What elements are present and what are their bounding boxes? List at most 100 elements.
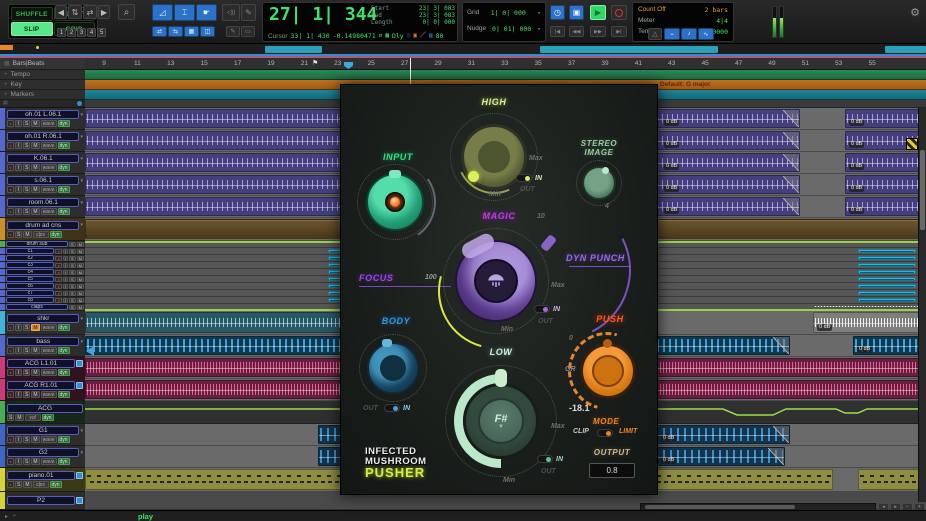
midi-merge-button[interactable]: ∿ (698, 28, 714, 40)
playlist-menu-icon[interactable]: ▾ (80, 134, 83, 140)
track-btn-S[interactable]: S (69, 298, 76, 303)
track-btn-M[interactable]: M (31, 208, 39, 215)
track-btn-I[interactable]: I (15, 142, 22, 149)
conductor-button[interactable]: ♪ (681, 28, 697, 40)
track-btn-dyn[interactable]: dyn (58, 369, 70, 376)
playlist-menu-icon[interactable]: ▾ (80, 112, 83, 118)
clock-mini-icon[interactable]: ◷ (407, 32, 411, 40)
fast-forward-button[interactable]: ▶▶ (590, 26, 606, 37)
track-btn-wave[interactable]: wave (41, 436, 57, 443)
blue-mini-icon[interactable]: ▥ (429, 32, 433, 40)
gear-icon[interactable]: ⚙ (910, 6, 920, 19)
vertical-scrollbar[interactable] (918, 108, 926, 502)
ruler-name-markers[interactable]: +Markers (0, 90, 85, 100)
track-btn-rec[interactable]: ● (7, 186, 14, 193)
online-button[interactable]: ▣ (569, 5, 584, 20)
track-btn-S[interactable]: S (23, 120, 30, 127)
track-btn-rec[interactable]: ● (55, 277, 61, 282)
count-off-label[interactable]: Count Off (638, 6, 666, 14)
track-name[interactable]: c2 (6, 255, 54, 261)
low-note-dropdown-icon[interactable]: ▼ (498, 424, 504, 430)
high-in-toggle[interactable]: IN (516, 174, 542, 182)
playlist-menu-icon[interactable]: ▾ (80, 316, 83, 322)
nudge-dropdown-icon[interactable]: ▾ (537, 25, 541, 33)
body-out-label[interactable]: OUT (363, 405, 378, 412)
zoom-wave-v-icon[interactable]: ⇅ (68, 5, 82, 19)
track-btn-I[interactable]: I (15, 164, 22, 171)
clip-gain-label[interactable]: 0 dB (849, 207, 864, 214)
track-name[interactable]: piano.01 (7, 471, 75, 480)
clip-region[interactable]: 0 dB (853, 336, 926, 355)
playlist-menu-icon[interactable]: ▾ (80, 339, 83, 345)
track-btn-I[interactable]: I (15, 391, 22, 398)
track-btn-rec[interactable]: ● (55, 249, 61, 254)
track-btn-M[interactable]: M (31, 164, 39, 171)
track-btn-rec[interactable]: ● (55, 298, 61, 303)
clip-region[interactable]: 0 dB (845, 197, 926, 216)
tempo-ruler-strip[interactable] (85, 70, 926, 80)
zoom-left-arrow-icon[interactable]: ◀ (55, 5, 67, 19)
start-value[interactable]: 23| 3| 083 (419, 5, 455, 12)
track-btn-I[interactable]: I (15, 369, 22, 376)
zoom-preset-5[interactable]: 5 (97, 28, 106, 37)
track-btn-dyn[interactable]: dyn (58, 120, 70, 127)
track-btn-S[interactable]: S (69, 249, 76, 254)
layered-edit-icon[interactable]: ▭ (241, 26, 255, 37)
session-overview-strip[interactable] (0, 44, 926, 56)
track-name[interactable]: G2 (7, 448, 79, 457)
clip-region[interactable] (858, 263, 916, 267)
list-icon[interactable]: ▤ (3, 101, 8, 106)
clip-region[interactable] (858, 277, 916, 281)
track-btn-rec[interactable]: ● (7, 208, 14, 215)
track-btn-rec[interactable]: ● (7, 347, 14, 354)
low-note-button[interactable]: F# ▼ (478, 398, 524, 444)
track-btn-S[interactable]: S (69, 291, 76, 296)
bar-ruler[interactable]: 9111315171921232527293133353739414345474… (85, 58, 926, 70)
track-btn-S[interactable]: S (23, 369, 30, 376)
track-btn-M[interactable]: M (77, 298, 84, 303)
return-to-zero-button[interactable]: |◀ (550, 26, 565, 37)
track-name[interactable]: K.06.1 (7, 154, 79, 163)
grid-mini-icon[interactable]: ▦ (385, 32, 389, 40)
track-btn-dyn[interactable]: dyn (50, 231, 62, 238)
rewind-button[interactable]: ◀◀ (569, 26, 584, 37)
track-btn-I[interactable]: I (15, 347, 22, 354)
clip-gain-label[interactable]: 0 dB (664, 207, 679, 214)
track-btn-S[interactable]: S (23, 142, 30, 149)
track-btn-S[interactable]: S (7, 414, 14, 421)
track-btn-wave[interactable]: wave (41, 369, 57, 376)
blue-dot-icon[interactable] (77, 101, 82, 106)
track-name[interactable]: bass (7, 337, 79, 346)
track-btn-I[interactable]: I (63, 284, 68, 289)
go-to-end-button[interactable]: ▶| (611, 26, 627, 37)
track-btn-M[interactable]: M (77, 305, 84, 310)
track-name[interactable]: c8 (6, 297, 54, 303)
elastic-audio-warning-icon[interactable] (906, 138, 918, 150)
ruler-name-tempo[interactable]: +Tempo (0, 70, 85, 80)
track-btn-M[interactable]: M (77, 270, 84, 275)
clip-region[interactable] (858, 284, 916, 288)
track-btn-S[interactable]: S (23, 458, 30, 465)
zoom-right-arrow-icon[interactable]: ▶ (98, 5, 110, 19)
track-btn-S[interactable]: S (69, 284, 76, 289)
dly-label[interactable]: Dly (392, 32, 404, 40)
focus-value[interactable]: 100 (425, 274, 437, 281)
track-btn-wave[interactable]: wave (41, 324, 57, 331)
track-btn-rec[interactable]: ● (7, 142, 14, 149)
track-btn-rec[interactable]: ● (7, 436, 14, 443)
mode-clip-label[interactable]: CLIP (573, 428, 589, 435)
track-btn-I[interactable]: I (15, 208, 22, 215)
track-btn-rec[interactable]: ● (7, 120, 14, 127)
track-btn-I[interactable]: I (63, 270, 68, 275)
link-timeline-icon[interactable]: ⇆ (168, 26, 183, 37)
key-signature-label[interactable]: Default: G major (660, 81, 711, 88)
output-value-box[interactable]: 0.8 (589, 463, 635, 478)
clip-gain-label[interactable]: 0 dB (661, 435, 676, 442)
link-icon[interactable]: ⇄ (379, 32, 383, 40)
track-btn-rec[interactable]: ● (7, 458, 14, 465)
track-btn-wave[interactable]: wave (41, 458, 57, 465)
clip-region[interactable]: 0 dB (813, 312, 926, 333)
track-btn-rec[interactable]: ● (55, 284, 61, 289)
track-btn-I[interactable]: I (15, 186, 22, 193)
mode-toggle[interactable] (597, 429, 613, 437)
